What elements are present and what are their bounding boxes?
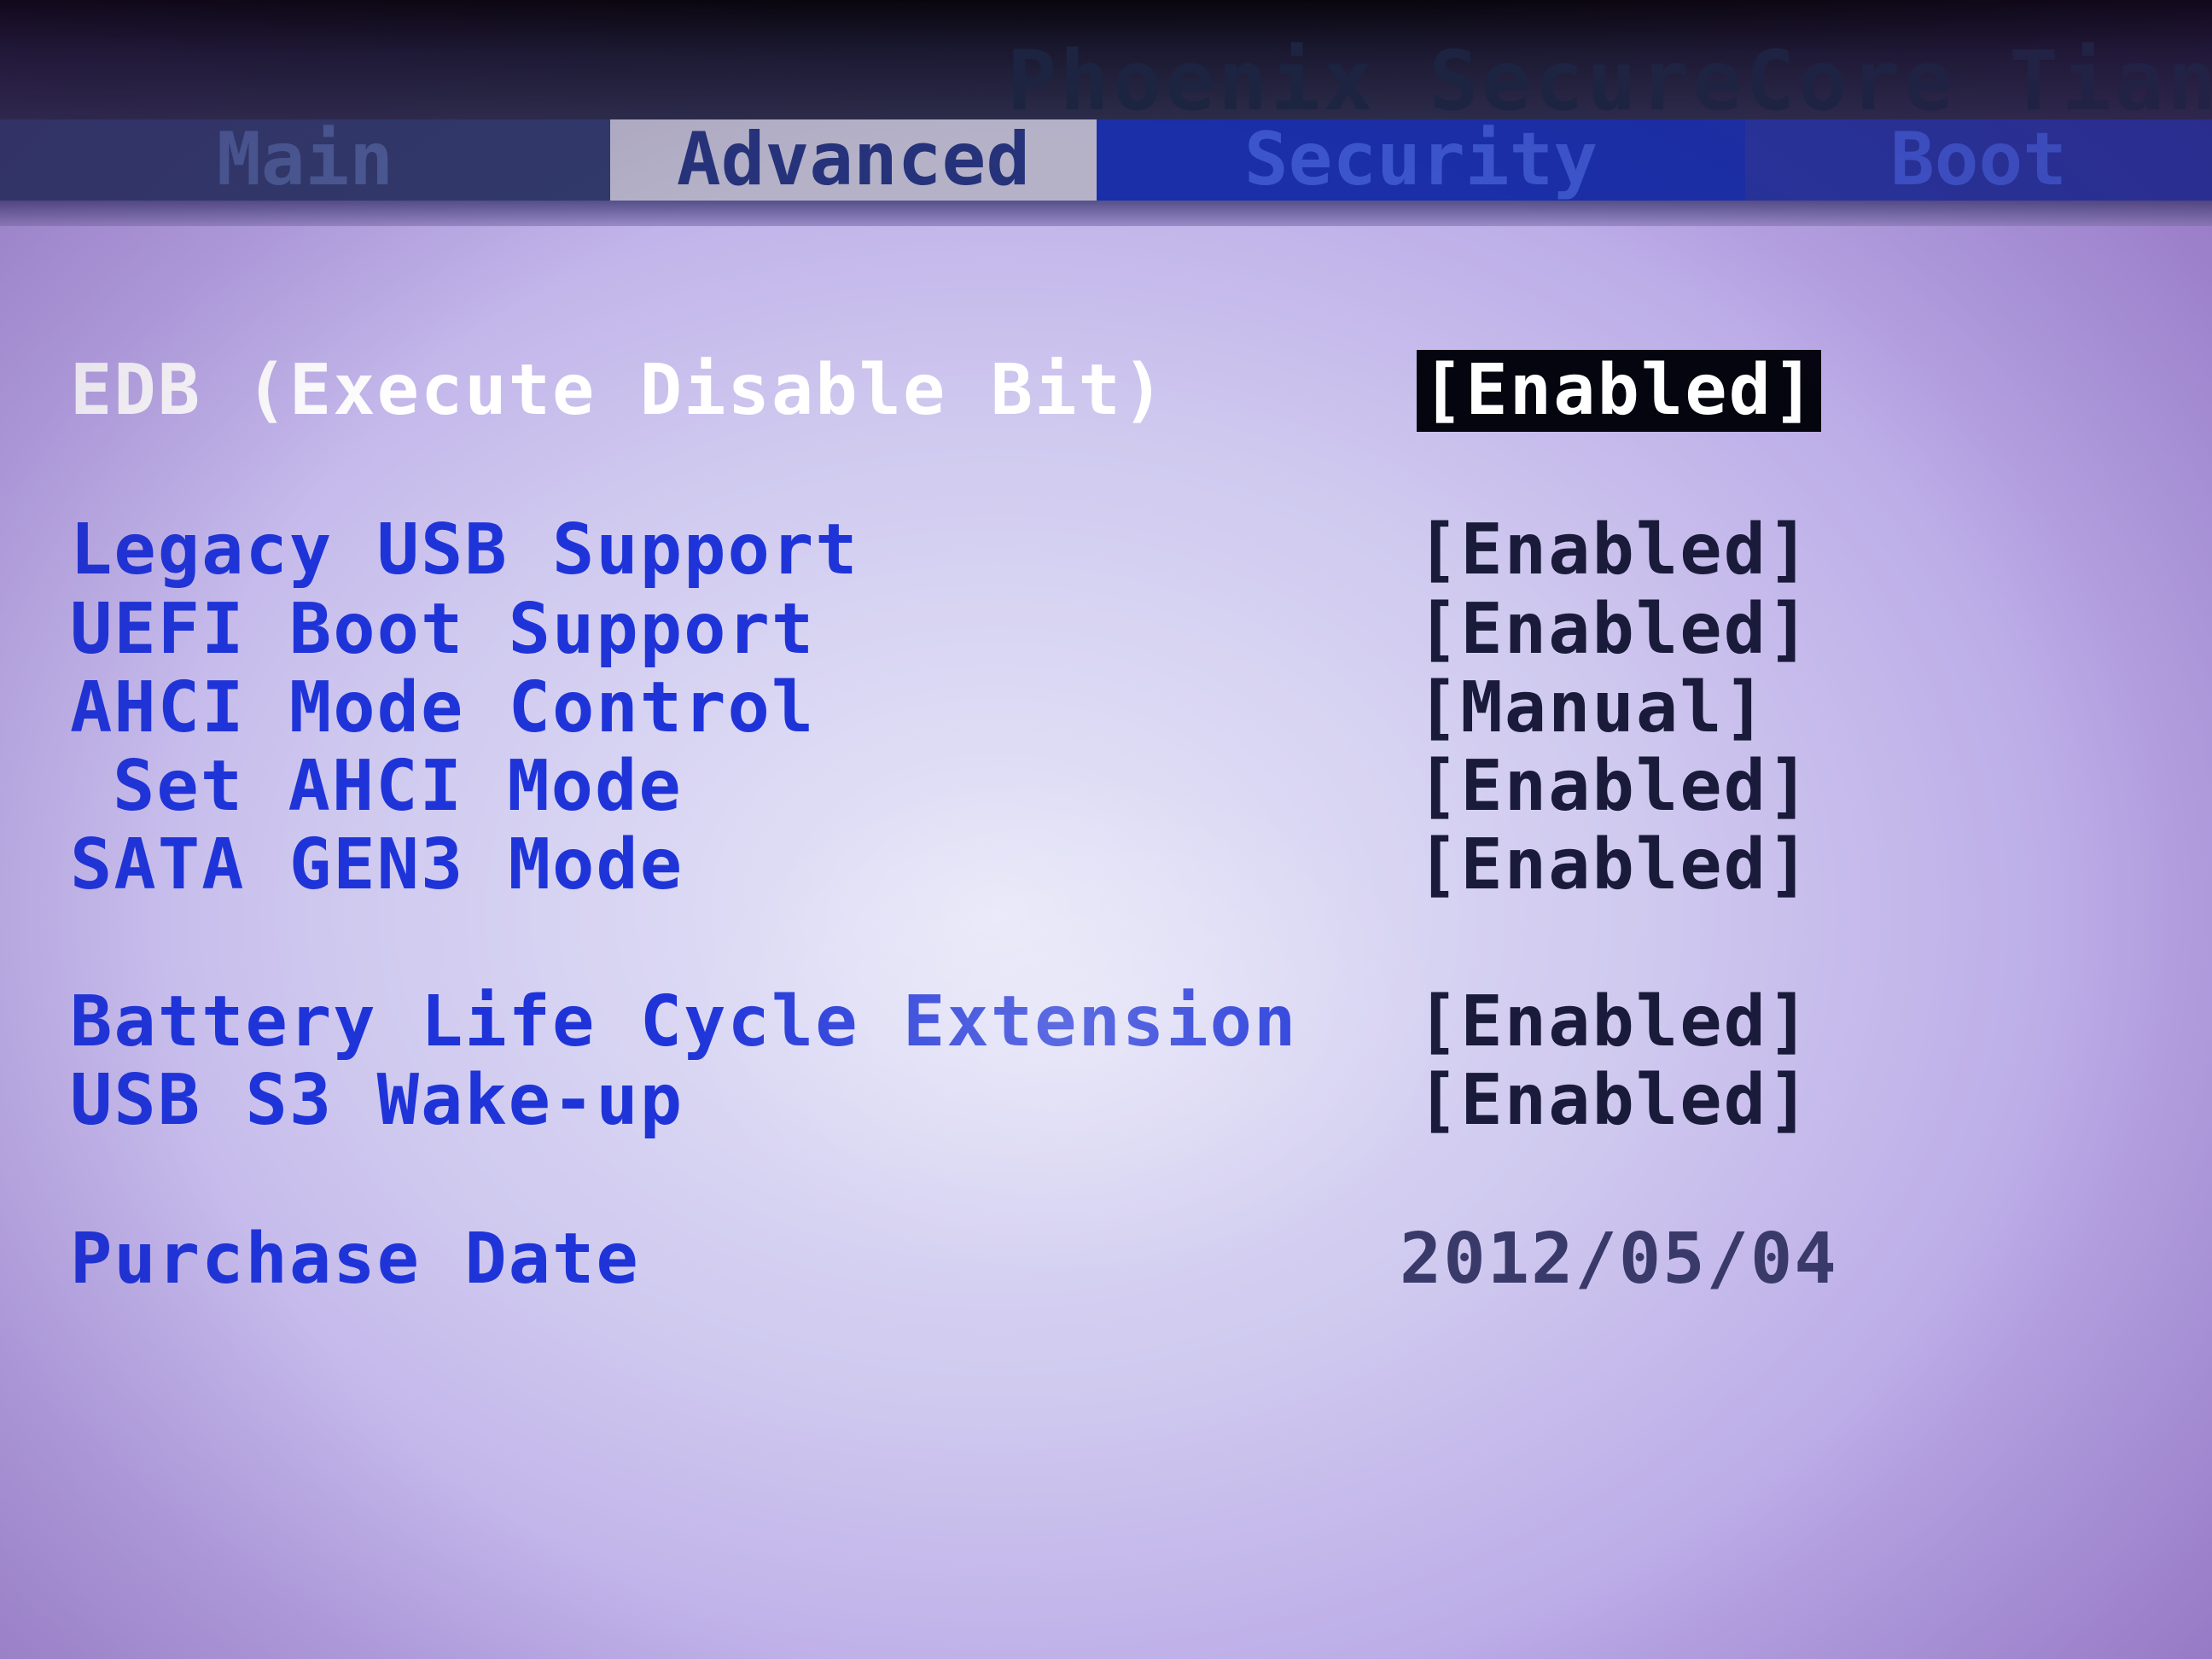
bios-brand-title: Phoenix SecureCore Tiano — [1007, 33, 2212, 129]
setting-legacy-usb-value[interactable]: [Enabled] — [1417, 509, 1811, 591]
tab-boot[interactable]: Boot — [1745, 119, 2212, 201]
setting-sata-gen3-label[interactable]: SATA GEN3 Mode — [70, 824, 684, 906]
setting-set-ahci-label[interactable]: Set AHCI Mode — [113, 746, 683, 828]
setting-purchase-date-value: 2012/05/04 — [1400, 1219, 1838, 1300]
setting-edb-value[interactable]: [Enabled] — [1417, 350, 1822, 432]
setting-uefi-boot-label[interactable]: UEFI Boot Support — [70, 589, 815, 671]
tab-security[interactable]: Security — [1097, 119, 1745, 201]
setting-usb-s3-value[interactable]: [Enabled] — [1417, 1060, 1811, 1142]
setting-edb-label[interactable]: EDB (Execute Disable Bit) — [70, 350, 1166, 432]
tab-main[interactable]: Main — [0, 119, 610, 201]
bios-screen: Phoenix SecureCore Tiano Main Advanced S… — [0, 0, 2212, 1659]
setting-legacy-usb-label[interactable]: Legacy USB Support — [70, 509, 859, 591]
tab-divider — [0, 201, 2212, 226]
setting-ahci-control-label[interactable]: AHCI Mode Control — [70, 667, 815, 749]
setting-ahci-control-value[interactable]: [Manual] — [1417, 667, 1767, 749]
setting-purchase-date-label: Purchase Date — [70, 1219, 640, 1300]
setting-uefi-boot-value[interactable]: [Enabled] — [1417, 589, 1811, 671]
setting-battery-life-value[interactable]: [Enabled] — [1417, 981, 1811, 1063]
setting-usb-s3-label[interactable]: USB S3 Wake-up — [70, 1060, 684, 1142]
tab-advanced[interactable]: Advanced — [610, 119, 1097, 201]
setting-set-ahci-value[interactable]: [Enabled] — [1417, 746, 1811, 828]
setting-battery-life-label[interactable]: Battery Life Cycle Extension — [70, 981, 1297, 1063]
setting-sata-gen3-value[interactable]: [Enabled] — [1417, 824, 1811, 906]
